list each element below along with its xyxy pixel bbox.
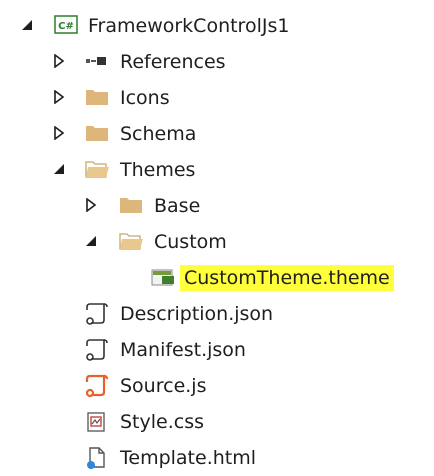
expand-arrow-icon[interactable] — [82, 194, 102, 218]
tree-node-label: CustomTheme.theme — [180, 265, 394, 291]
tree-node-project[interactable]: C# FrameworkControlJs1 — [0, 8, 434, 44]
tree-node-label: Description.json — [120, 303, 274, 325]
tree-node-schema[interactable]: Schema — [0, 116, 434, 152]
json-file-icon — [84, 302, 110, 326]
tree-node-label: Custom — [154, 231, 227, 253]
json-file-icon — [84, 338, 110, 362]
csharp-project-icon: C# — [54, 14, 80, 38]
collapse-arrow-icon[interactable] — [18, 14, 38, 38]
tree-node-icons[interactable]: Icons — [0, 80, 434, 116]
tree-node-label: Base — [154, 195, 201, 217]
tree-node-source-js[interactable]: Source.js — [0, 368, 434, 404]
tree-node-base[interactable]: Base — [0, 188, 434, 224]
tree-node-label: Icons — [120, 87, 170, 109]
solution-explorer-tree: C# FrameworkControlJs1 References Icons … — [0, 0, 434, 471]
tree-node-label: References — [120, 51, 226, 73]
tree-node-description-json[interactable]: Description.json — [0, 296, 434, 332]
tree-node-references[interactable]: References — [0, 44, 434, 80]
tree-node-custom[interactable]: Custom — [0, 224, 434, 260]
references-icon — [84, 50, 110, 74]
tree-node-label: Themes — [120, 159, 196, 181]
tree-node-label: Template.html — [120, 447, 257, 469]
collapse-arrow-icon[interactable] — [82, 230, 102, 254]
collapse-arrow-icon[interactable] — [50, 158, 70, 182]
folder-icon — [118, 194, 144, 218]
expand-arrow-icon[interactable] — [50, 50, 70, 74]
tree-node-themes[interactable]: Themes — [0, 152, 434, 188]
expand-arrow-icon[interactable] — [50, 86, 70, 110]
tree-node-label: Style.css — [120, 411, 205, 433]
html-file-icon — [84, 446, 110, 470]
css-file-icon — [84, 410, 110, 434]
folder-open-icon — [118, 230, 144, 254]
js-file-icon — [84, 374, 110, 398]
tree-node-label: Source.js — [120, 375, 207, 397]
folder-icon — [84, 122, 110, 146]
tree-node-manifest-json[interactable]: Manifest.json — [0, 332, 434, 368]
tree-node-label: FrameworkControlJs1 — [88, 15, 290, 37]
tree-node-label: Schema — [120, 123, 197, 145]
expand-arrow-icon[interactable] — [50, 122, 70, 146]
project-badge: C# — [58, 21, 74, 32]
folder-open-icon — [84, 158, 110, 182]
theme-file-icon — [150, 266, 176, 290]
tree-node-label: Manifest.json — [120, 339, 246, 361]
tree-node-style-css[interactable]: Style.css — [0, 404, 434, 440]
folder-icon — [84, 86, 110, 110]
tree-node-customtheme[interactable]: CustomTheme.theme — [0, 260, 434, 296]
